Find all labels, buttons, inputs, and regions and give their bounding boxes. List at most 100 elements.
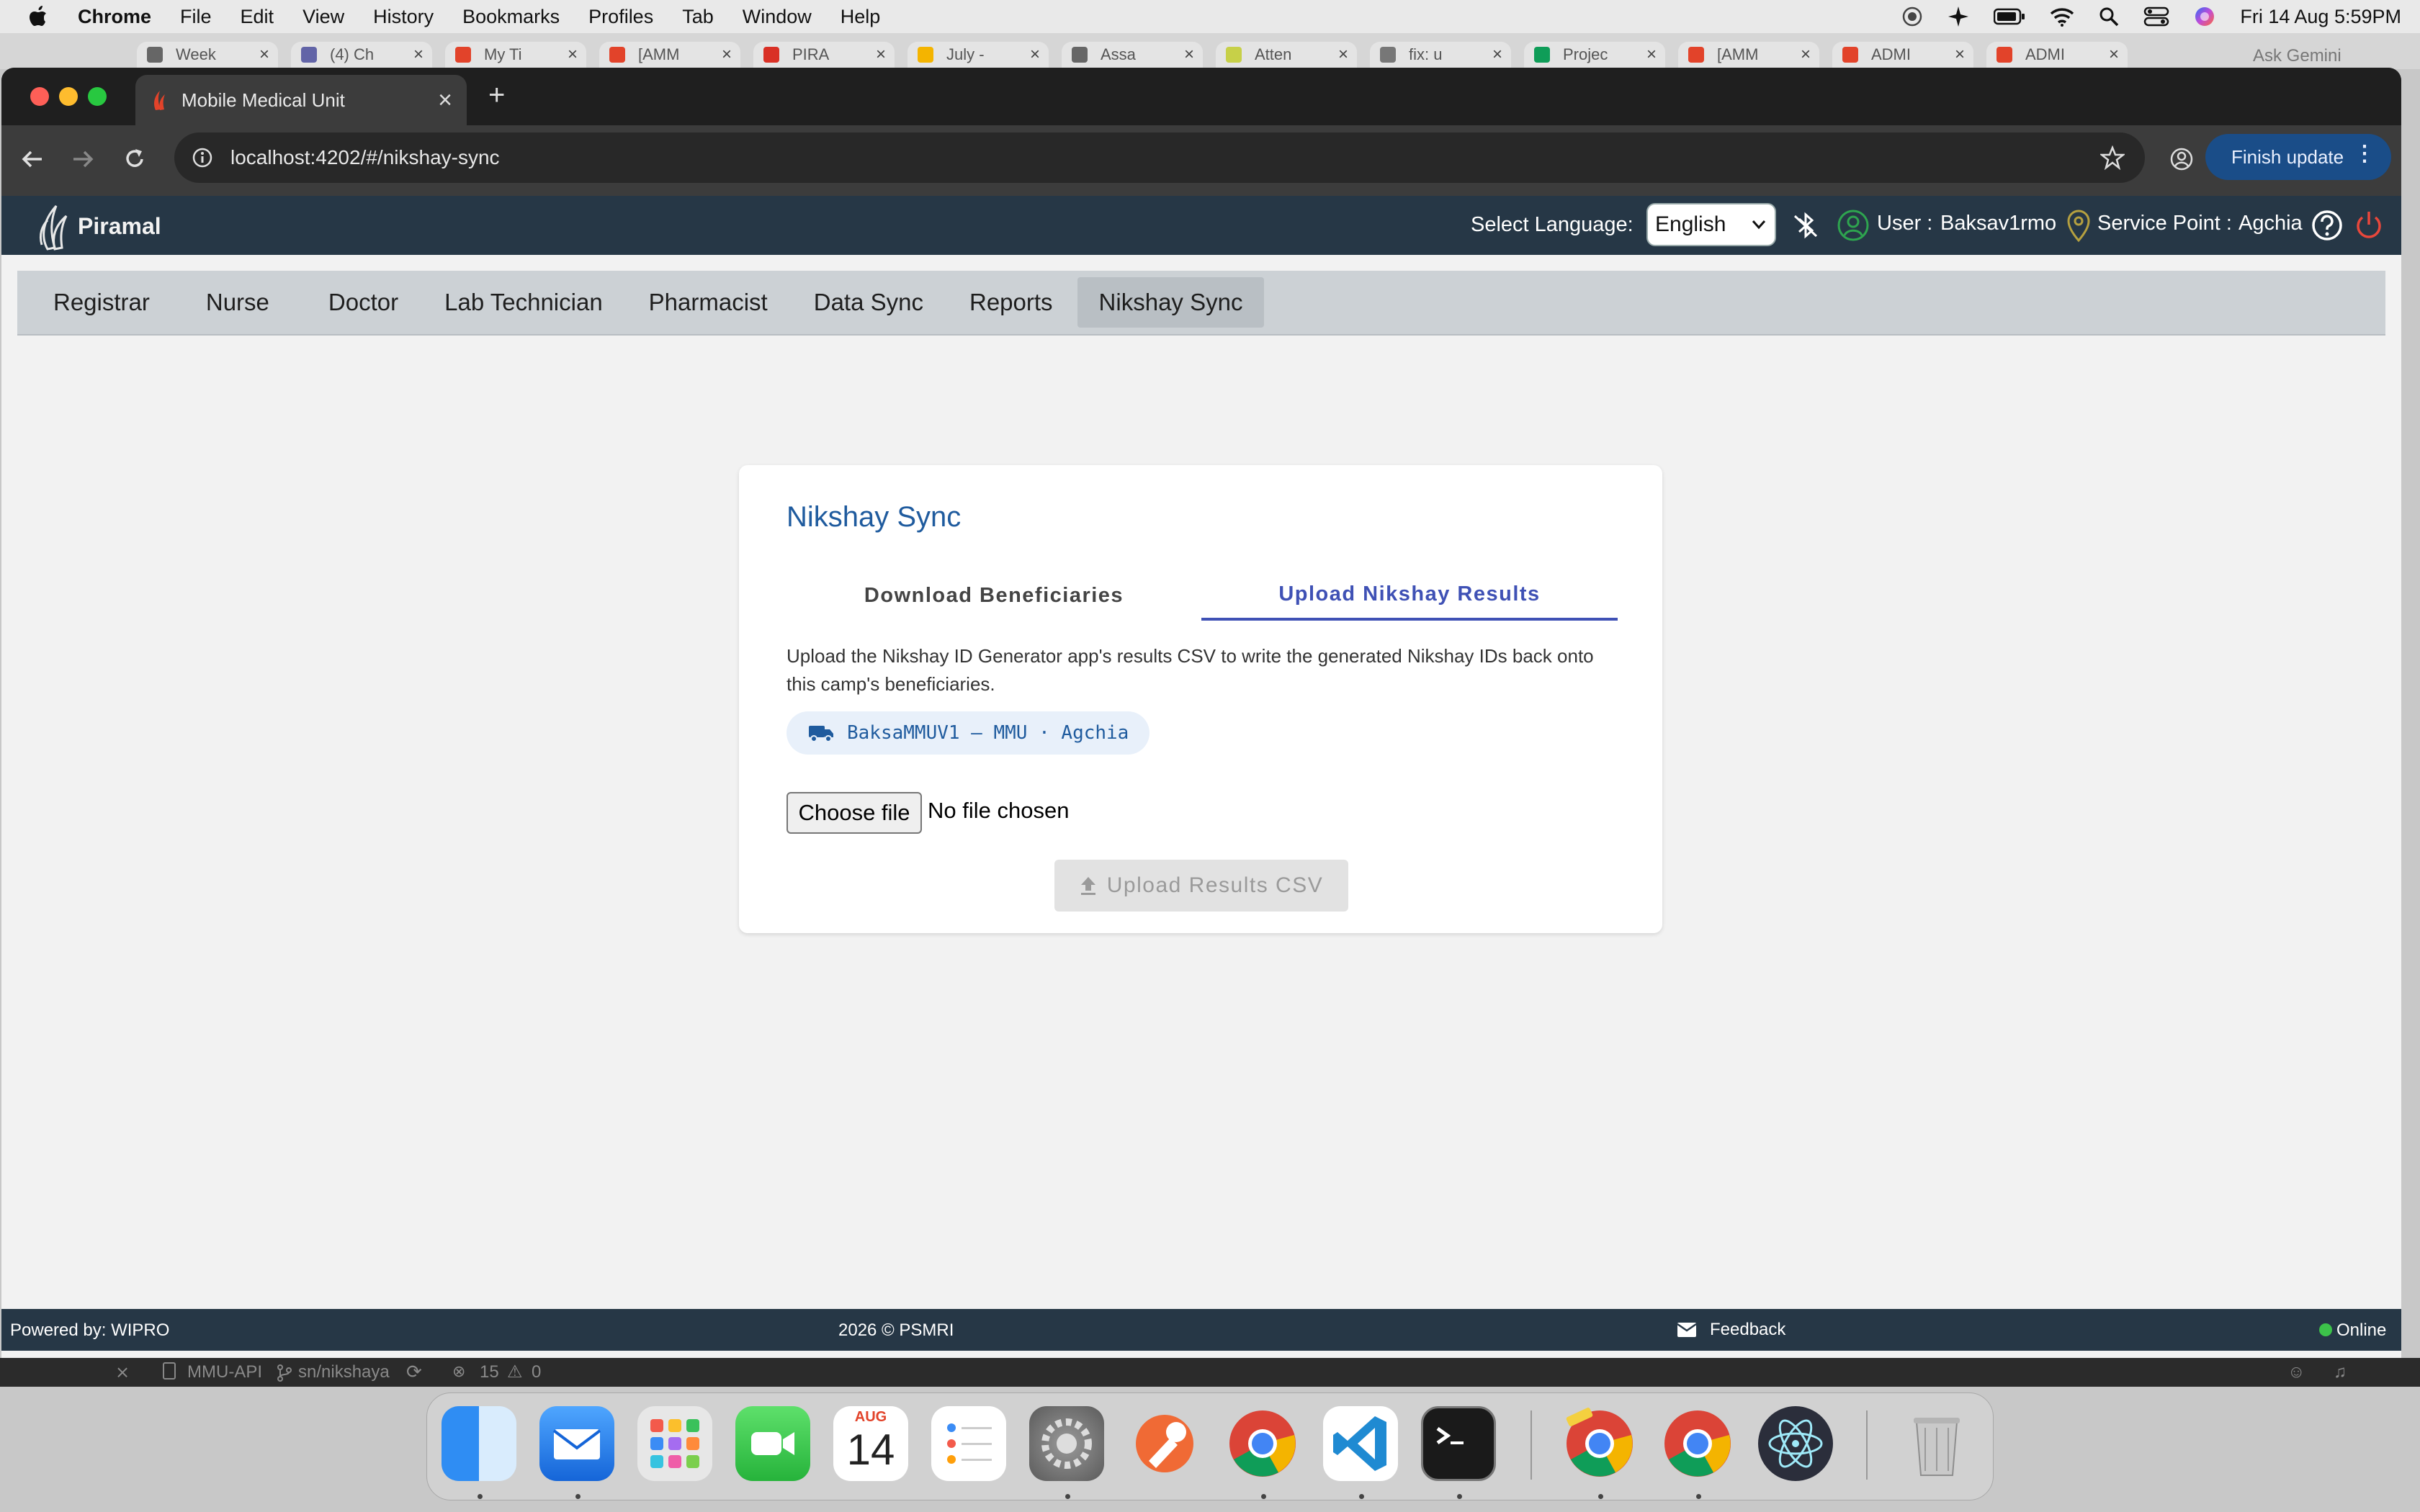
battery-icon[interactable] xyxy=(1994,8,2025,25)
background-tab[interactable]: fix: u × xyxy=(1370,42,1511,68)
nav-doctor[interactable]: Doctor xyxy=(307,277,420,328)
nav-nikshay-sync[interactable]: Nikshay Sync xyxy=(1077,277,1265,328)
background-tab[interactable]: July - × xyxy=(908,42,1049,68)
power-logout-icon[interactable] xyxy=(2352,209,2385,242)
background-tab[interactable]: ADMI × xyxy=(1832,42,1973,68)
close-tab-icon[interactable]: × xyxy=(438,86,452,114)
tab-download-beneficiaries[interactable]: Download Beneficiaries xyxy=(786,570,1201,621)
bluetooth-off-icon[interactable] xyxy=(1791,210,1821,240)
electron-app-icon[interactable] xyxy=(1758,1406,1833,1481)
menu-clock[interactable]: Fri 14 Aug 5:59PM xyxy=(2240,6,2401,28)
choose-file-button[interactable]: Choose file xyxy=(786,792,922,834)
chrome-window: Mobile Medical Unit × + localhost:4202/#… xyxy=(1,68,2401,1358)
control-center-icon[interactable] xyxy=(2143,6,2169,27)
trash-icon[interactable] xyxy=(1899,1406,1974,1481)
background-tab[interactable]: ADMI × xyxy=(1986,42,2128,68)
finder-icon[interactable] xyxy=(442,1406,516,1481)
help-icon[interactable] xyxy=(2311,209,2344,242)
menu-edit[interactable]: Edit xyxy=(241,6,274,28)
nav-lab-technician[interactable]: Lab Technician xyxy=(423,277,624,328)
piramal-favicon-icon xyxy=(154,91,165,110)
site-info-icon[interactable] xyxy=(192,147,213,168)
address-bar[interactable]: localhost:4202/#/nikshay-sync xyxy=(174,132,2145,183)
wifi-icon[interactable] xyxy=(2050,6,2074,27)
menu-bookmarks[interactable]: Bookmarks xyxy=(462,6,560,28)
mail-icon xyxy=(1677,1323,1697,1337)
nav-reports[interactable]: Reports xyxy=(948,277,1075,328)
language-select[interactable]: English xyxy=(1646,203,1776,246)
upload-results-csv-button[interactable]: Upload Results CSV xyxy=(1054,860,1348,912)
background-tab[interactable]: Assa × xyxy=(1062,42,1203,68)
vscode-icon[interactable] xyxy=(1323,1406,1398,1481)
facetime-icon[interactable] xyxy=(735,1406,810,1481)
background-tab[interactable]: [AMM × xyxy=(1678,42,1819,68)
nav-nurse[interactable]: Nurse xyxy=(184,277,291,328)
screen-record-icon[interactable] xyxy=(1901,6,1923,27)
back-arrow-icon[interactable] xyxy=(20,148,45,170)
upload-icon xyxy=(1080,877,1095,895)
error-count[interactable]: 15 xyxy=(480,1362,499,1382)
feedback-link[interactable]: Feedback xyxy=(1677,1316,1785,1344)
menu-app-name[interactable]: Chrome xyxy=(78,6,151,28)
background-tab[interactable]: My Ti × xyxy=(445,42,586,68)
service-point-label: Service Point : xyxy=(2097,212,2232,235)
terminal-icon[interactable] xyxy=(1421,1406,1496,1481)
sparkle-icon[interactable] xyxy=(1948,6,1969,27)
menu-profiles[interactable]: Profiles xyxy=(588,6,653,28)
system-settings-icon[interactable] xyxy=(1029,1406,1104,1481)
nav-registrar[interactable]: Registrar xyxy=(32,277,171,328)
siri-icon[interactable] xyxy=(2194,6,2215,27)
finish-update-button[interactable]: Finish update ⋮ xyxy=(2205,134,2391,180)
chrome-menu-icon[interactable]: ⋮ xyxy=(2354,141,2375,166)
postman-icon[interactable] xyxy=(1127,1406,1202,1481)
calendar-icon[interactable]: AUG 14 xyxy=(833,1406,908,1481)
background-tab[interactable]: Atten × xyxy=(1216,42,1357,68)
chrome-test-icon[interactable] xyxy=(1562,1406,1637,1481)
menu-window[interactable]: Window xyxy=(743,6,812,28)
remote-icon[interactable]: ⨯ xyxy=(115,1362,130,1383)
nav-pharmacist[interactable]: Pharmacist xyxy=(627,277,789,328)
launchpad-icon[interactable] xyxy=(637,1406,712,1481)
close-window-button[interactable] xyxy=(30,87,49,106)
card-title: Nikshay Sync xyxy=(786,501,962,533)
user-label: User : xyxy=(1877,212,1933,235)
background-tab[interactable]: Projec × xyxy=(1524,42,1665,68)
dock-divider xyxy=(1866,1410,1868,1480)
apple-icon[interactable] xyxy=(29,6,48,27)
sync-icon[interactable]: ⟳ xyxy=(406,1361,422,1383)
background-tab[interactable]: [AMM × xyxy=(599,42,740,68)
active-browser-tab[interactable]: Mobile Medical Unit × xyxy=(135,75,467,125)
profile-icon[interactable] xyxy=(2169,147,2194,171)
minimize-window-button[interactable] xyxy=(59,87,78,106)
git-branch-name[interactable]: sn/nikshaya xyxy=(298,1362,390,1382)
warning-count[interactable]: 0 xyxy=(532,1362,541,1382)
van-chip: BaksaMMUV1 — MMU · Agchia xyxy=(786,711,1150,755)
reminders-icon[interactable] xyxy=(931,1406,1006,1481)
spotlight-search-icon[interactable] xyxy=(2099,6,2119,27)
copilot-icon[interactable]: ☺ xyxy=(2287,1362,2305,1382)
bookmark-star-icon[interactable] xyxy=(2100,145,2125,170)
reload-icon[interactable] xyxy=(122,147,147,171)
menu-tab[interactable]: Tab xyxy=(682,6,714,28)
menu-history[interactable]: History xyxy=(373,6,434,28)
nav-data-sync[interactable]: Data Sync xyxy=(792,277,945,328)
background-tab[interactable]: (4) Ch × xyxy=(291,42,432,68)
project-name[interactable]: MMU-API xyxy=(187,1362,262,1382)
maximize-window-button[interactable] xyxy=(88,87,107,106)
menu-view[interactable]: View xyxy=(302,6,344,28)
new-tab-button[interactable]: + xyxy=(488,79,505,112)
notifications-bell-icon[interactable]: ♫ xyxy=(2334,1362,2347,1382)
ask-gemini-button[interactable]: Ask Gemini xyxy=(2253,46,2341,66)
mail-app-icon[interactable] xyxy=(539,1406,614,1481)
powered-by-text: Powered by: WIPRO xyxy=(10,1320,170,1340)
forward-arrow-icon[interactable] xyxy=(71,148,95,170)
menu-file[interactable]: File xyxy=(180,6,212,28)
url-text[interactable]: localhost:4202/#/nikshay-sync xyxy=(230,146,500,169)
tab-upload-nikshay-results[interactable]: Upload Nikshay Results xyxy=(1201,570,1618,621)
project-icon xyxy=(163,1362,176,1380)
chrome-icon[interactable] xyxy=(1225,1406,1300,1481)
background-tab[interactable]: PIRA × xyxy=(753,42,895,68)
chrome-profile-icon[interactable] xyxy=(1660,1406,1735,1481)
background-tab[interactable]: Week × xyxy=(137,42,278,68)
menu-help[interactable]: Help xyxy=(841,6,881,28)
